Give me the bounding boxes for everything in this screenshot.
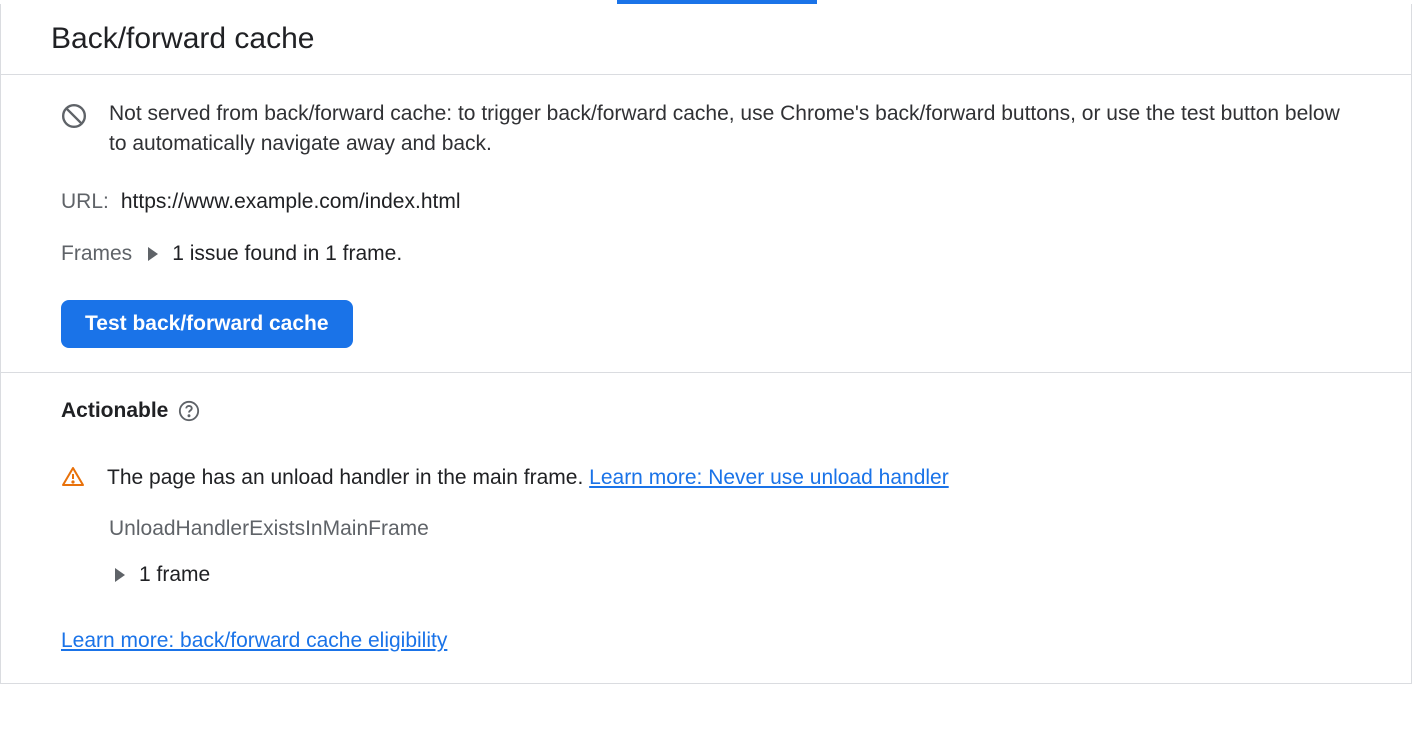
actionable-title-row: Actionable: [61, 399, 1361, 423]
issue-row: The page has an unload handler in the ma…: [61, 463, 1361, 495]
page-title: Back/forward cache: [51, 22, 1361, 56]
warning-icon: [61, 465, 85, 495]
learn-more-footer: Learn more: back/forward cache eligibili…: [61, 629, 1361, 653]
info-row: Not served from back/forward cache: to t…: [61, 99, 1361, 160]
bfcache-panel: Back/forward cache Not served from back/…: [0, 4, 1412, 684]
help-icon[interactable]: [178, 400, 200, 422]
bfcache-eligibility-link[interactable]: Learn more: back/forward cache eligibili…: [61, 629, 447, 652]
frames-label: Frames: [61, 242, 132, 266]
actionable-title: Actionable: [61, 399, 168, 423]
frames-row[interactable]: Frames 1 issue found in 1 frame.: [61, 242, 1361, 266]
frames-summary: 1 issue found in 1 frame.: [172, 242, 402, 266]
test-bfcache-button[interactable]: Test back/forward cache: [61, 300, 353, 348]
issue-learn-more-link[interactable]: Learn more: Never use unload handler: [589, 466, 949, 489]
issue-code: UnloadHandlerExistsInMainFrame: [109, 517, 1361, 541]
issue-text: The page has an unload handler in the ma…: [107, 463, 949, 492]
issue-description: The page has an unload handler in the ma…: [107, 466, 589, 489]
actionable-section: Actionable The page has an unload handle…: [1, 373, 1411, 683]
url-row: URL: https://www.example.com/index.html: [61, 190, 1361, 214]
url-label: URL:: [61, 190, 109, 214]
main-section: Not served from back/forward cache: to t…: [1, 75, 1411, 373]
chevron-right-icon[interactable]: [115, 568, 125, 582]
frame-sub-row[interactable]: 1 frame: [109, 563, 1361, 587]
frame-count: 1 frame: [139, 563, 210, 587]
chevron-right-icon[interactable]: [148, 247, 158, 261]
url-value: https://www.example.com/index.html: [121, 190, 461, 214]
info-message: Not served from back/forward cache: to t…: [109, 99, 1361, 160]
panel-header: Back/forward cache: [1, 4, 1411, 75]
block-icon: [61, 103, 87, 135]
